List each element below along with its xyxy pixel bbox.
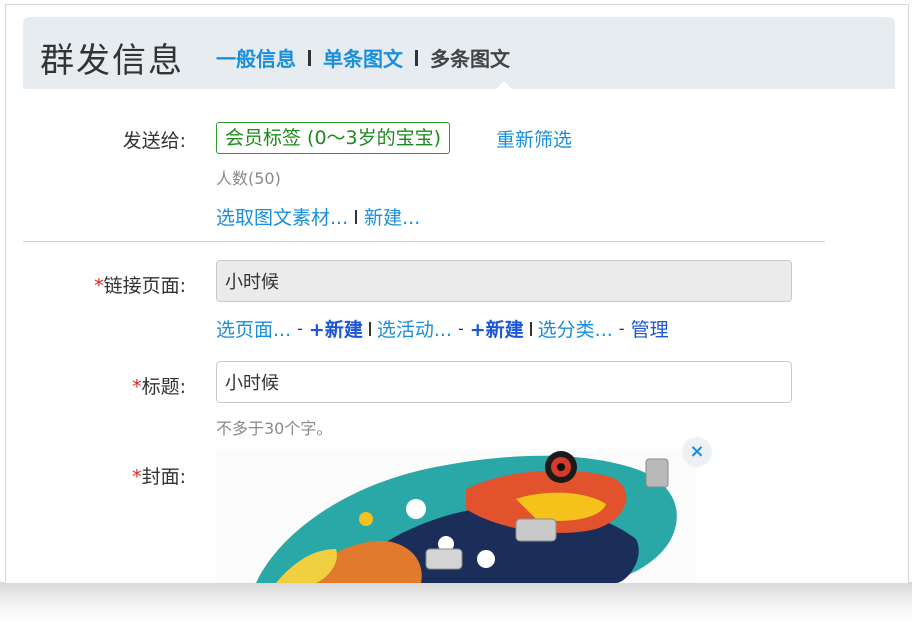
new-activity-link[interactable]: +新建	[470, 315, 524, 342]
cover-label-text: 封面:	[141, 466, 186, 488]
toy-frog-image	[216, 449, 696, 583]
link-page-label: *链接页面:	[6, 271, 186, 298]
tab-bar: 一般信息 单条图文 多条图文	[216, 43, 510, 72]
close-icon[interactable]: ×	[682, 437, 712, 467]
refilter-link[interactable]: 重新筛选	[496, 125, 572, 152]
dash-separator: -	[297, 319, 303, 338]
title-label-text: 标题:	[141, 376, 186, 398]
link-page-actions: 选页面... - +新建 选活动... - +新建 选分类... - 管理	[216, 315, 669, 342]
tab-multi-article[interactable]: 多条图文	[430, 43, 510, 72]
tab-single-article[interactable]: 单条图文	[323, 43, 403, 72]
pick-material-link[interactable]: 选取图文素材...	[216, 203, 348, 230]
dash-separator: -	[618, 319, 625, 338]
tab-general[interactable]: 一般信息	[216, 43, 296, 72]
new-material-link[interactable]: 新建...	[364, 203, 420, 230]
page-title: 群发信息	[40, 41, 184, 81]
section-divider	[23, 241, 825, 242]
send-to-label: 发送给:	[122, 130, 186, 152]
link-page-field[interactable]	[216, 260, 792, 302]
bar-separator	[368, 321, 371, 336]
required-mark: *	[94, 275, 104, 297]
bottom-shadow	[0, 582, 912, 624]
active-tab-indicator	[493, 81, 515, 92]
dash-separator: -	[457, 319, 464, 338]
required-mark: *	[132, 376, 142, 398]
manage-link[interactable]: 管理	[631, 315, 669, 342]
pick-page-link[interactable]: 选页面...	[216, 315, 291, 342]
member-tag-badge: 会员标签 (0～3岁的宝宝)	[216, 122, 451, 154]
header-bar: 群发信息 一般信息 单条图文 多条图文	[23, 17, 895, 92]
title-label: *标题:	[6, 372, 186, 399]
link-page-label-text: 链接页面:	[103, 275, 186, 297]
bar-separator	[529, 321, 532, 336]
main-panel: 群发信息 一般信息 单条图文 多条图文 发送给: 会员标签 (0～3岁的宝宝) …	[5, 4, 909, 583]
tab-divider	[415, 49, 418, 66]
pick-category-link[interactable]: 选分类...	[538, 315, 613, 342]
new-page-link[interactable]: +新建	[309, 315, 363, 342]
link-separator	[355, 209, 358, 224]
cover-image	[216, 449, 696, 583]
required-mark: *	[132, 466, 142, 488]
title-hint: 不多于30个字。	[216, 419, 333, 438]
tab-divider	[308, 49, 311, 66]
recipient-count: 人数(50)	[216, 169, 281, 188]
cover-label: *封面:	[6, 462, 186, 489]
material-links: 选取图文素材... 新建...	[216, 203, 420, 230]
title-input[interactable]	[216, 361, 792, 403]
pick-activity-link[interactable]: 选活动...	[377, 315, 452, 342]
